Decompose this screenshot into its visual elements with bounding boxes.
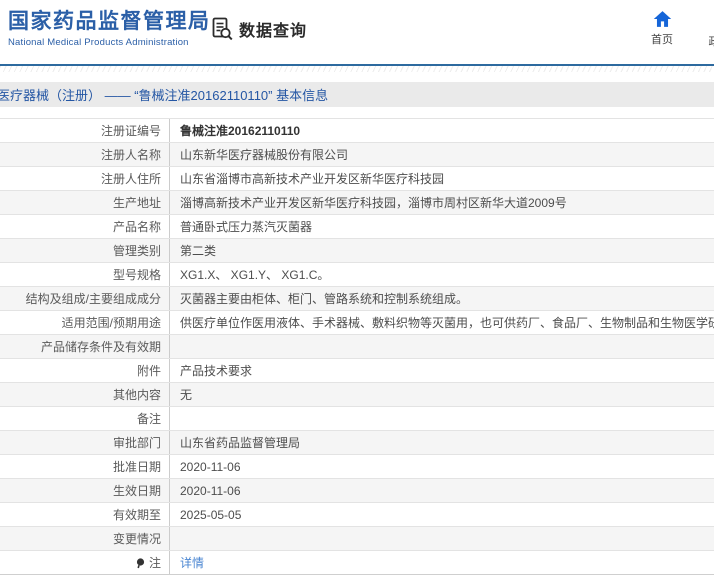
nmpa-logo[interactable]: 国家药品监督管理局 National Medical Products Admi… xyxy=(8,9,211,48)
row-value: XG1.X、 XG1.Y、 XG1.C。 xyxy=(180,268,330,282)
row-label: 注册人名称 xyxy=(0,143,170,166)
row-value: 鲁械注准20162110110 xyxy=(180,124,301,138)
row-label: 变更情况 xyxy=(0,527,170,550)
table-row: 结构及组成/主要组成成分 灭菌器主要由柜体、柜门、管路系统和控制系统组成。 xyxy=(0,286,714,310)
row-label: 注册证编号 xyxy=(0,119,170,142)
row-label: 审批部门 xyxy=(0,431,170,454)
row-value: 山东新华医疗器械股份有限公司 xyxy=(180,148,349,162)
row-label: 有效期至 xyxy=(0,503,170,526)
row-value: 普通卧式压力蒸汽灭菌器 xyxy=(180,220,313,234)
row-label: 注 xyxy=(0,551,170,574)
site-header: 国家药品监督管理局 National Medical Products Admi… xyxy=(0,0,714,64)
row-value: 2020-11-06 xyxy=(180,483,241,498)
data-query-icon xyxy=(210,16,234,42)
detail-link[interactable]: 详情 xyxy=(180,556,204,570)
page: 国家药品监督管理局 National Medical Products Admi… xyxy=(0,0,714,581)
row-label: 结构及组成/主要组成成分 xyxy=(0,287,170,310)
table-row: 注 详情 xyxy=(0,550,714,574)
breadcrumb-bar: 医疗器械（注册） —— “鲁械注准20162110110” 基本信息 xyxy=(0,82,714,107)
logo-title: 国家药品监督管理局 xyxy=(8,10,211,33)
table-row: 注册人住所 山东省淄博市高新技术产业开发区新华医疗科技园 xyxy=(0,166,714,190)
data-query-menu[interactable]: 数据查询 xyxy=(210,16,307,42)
table-row: 其他内容 无 xyxy=(0,382,714,406)
nav-next-partial[interactable]: 政 xyxy=(694,33,714,49)
nav-next-label: 政 xyxy=(709,33,714,49)
home-icon xyxy=(653,10,672,28)
data-query-label: 数据查询 xyxy=(239,23,308,40)
row-label: 备注 xyxy=(0,407,170,430)
row-value: 淄博高新技术产业开发区新华医疗科技园，淄博市周村区新华大道2009号 xyxy=(180,196,567,210)
row-label: 产品储存条件及有效期 xyxy=(0,335,170,358)
table-row: 注册证编号 鲁械注准20162110110 xyxy=(0,118,714,142)
row-value: 供医疗单位作医用液体、手术器械、敷料织物等灭菌用，也可供药厂、食品厂、生物制品和… xyxy=(180,316,714,330)
table-row: 生效日期 2020-11-06 xyxy=(0,478,714,502)
table-row: 有效期至 2025-05-05 xyxy=(0,502,714,526)
row-label: 型号规格 xyxy=(0,263,170,286)
table-row: 型号规格 XG1.X、 XG1.Y、 XG1.C。 xyxy=(0,262,714,286)
logo-subtitle: National Medical Products Administration xyxy=(8,37,189,48)
row-label: 管理类别 xyxy=(0,239,170,262)
row-value: 第二类 xyxy=(180,244,217,258)
hatch-pattern-band xyxy=(0,66,714,78)
row-label: 适用范围/预期用途 xyxy=(0,311,170,334)
nav-home-label: 首页 xyxy=(651,34,673,46)
table-row: 审批部门 山东省药品监督管理局 xyxy=(0,430,714,454)
info-table: 注册证编号 鲁械注准20162110110 注册人名称 山东新华医疗器械股份有限… xyxy=(0,118,714,575)
table-row: 产品储存条件及有效期 xyxy=(0,334,714,358)
row-value: 详情 xyxy=(170,554,714,571)
row-value: 2020-11-06 xyxy=(180,459,241,474)
table-row: 变更情况 xyxy=(0,526,714,550)
table-row: 附件 产品技术要求 xyxy=(0,358,714,382)
nav-home[interactable]: 首页 xyxy=(640,10,684,47)
row-label: 其他内容 xyxy=(0,383,170,406)
note-icon xyxy=(136,557,145,568)
table-row: 产品名称 普通卧式压力蒸汽灭菌器 xyxy=(0,214,714,238)
row-value: 山东省淄博市高新技术产业开发区新华医疗科技园 xyxy=(180,172,445,186)
row-value: 2025-05-05 xyxy=(180,507,242,522)
row-label: 生效日期 xyxy=(0,479,170,502)
row-value: 无 xyxy=(180,388,193,402)
row-label: 注册人住所 xyxy=(0,167,170,190)
table-row: 注册人名称 山东新华医疗器械股份有限公司 xyxy=(0,142,714,166)
row-label: 生产地址 xyxy=(0,191,170,214)
row-label: 附件 xyxy=(0,359,170,382)
row-value: 山东省药品监督管理局 xyxy=(180,436,301,450)
breadcrumb: 医疗器械（注册） —— “鲁械注准20162110110” 基本信息 xyxy=(0,88,329,103)
row-value: 产品技术要求 xyxy=(180,364,253,378)
table-row: 备注 xyxy=(0,406,714,430)
table-row: 适用范围/预期用途 供医疗单位作医用液体、手术器械、敷料织物等灭菌用，也可供药厂… xyxy=(0,310,714,334)
row-label: 批准日期 xyxy=(0,455,170,478)
row-label: 产品名称 xyxy=(0,215,170,238)
table-row: 批准日期 2020-11-06 xyxy=(0,454,714,478)
table-row: 管理类别 第二类 xyxy=(0,238,714,262)
table-row: 生产地址 淄博高新技术产业开发区新华医疗科技园，淄博市周村区新华大道2009号 xyxy=(0,190,714,214)
row-value: 灭菌器主要由柜体、柜门、管路系统和控制系统组成。 xyxy=(180,292,469,306)
